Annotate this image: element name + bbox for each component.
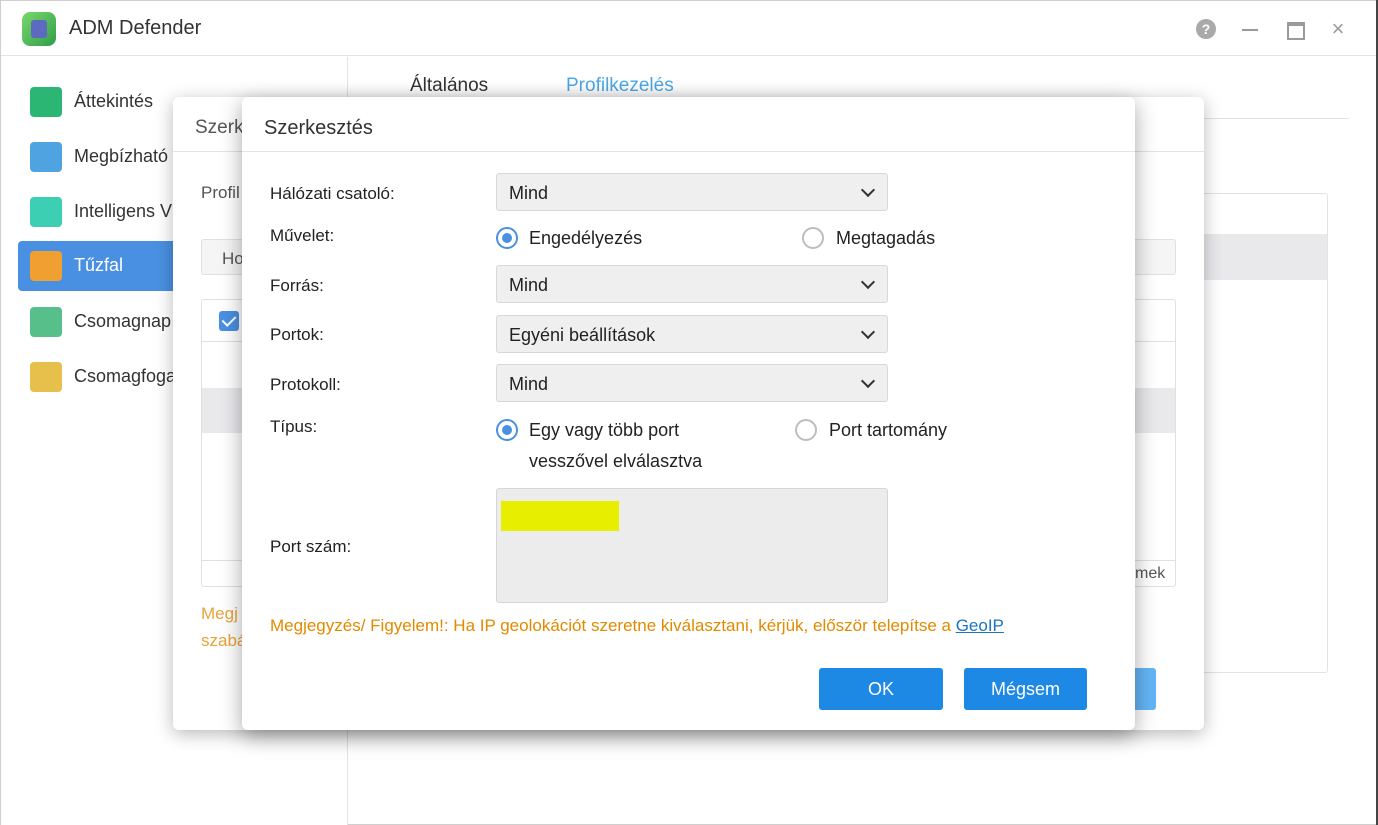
type-port-range-radio[interactable]	[795, 419, 817, 441]
type-multi-port-line: vesszővel elválasztva	[529, 451, 703, 471]
chevron-down-icon	[860, 324, 876, 340]
port-number-label: Port szám:	[270, 537, 352, 556]
dialog-title: Szerkesztés	[264, 117, 373, 139]
ports-select[interactable]: Egyéni beállítások	[496, 315, 888, 353]
ports-label: Portok:	[270, 325, 324, 344]
background-dialog-title: Szerk	[195, 117, 244, 138]
interface-label: Hálózati csatoló:	[270, 184, 395, 203]
geoip-note-text: Megjegyzés/ Figyelem!: Ha IP geolokációt…	[270, 616, 956, 635]
ports-value: Egyéni beállítások	[509, 325, 656, 345]
overview-icon	[30, 87, 62, 117]
chevron-down-icon	[860, 274, 876, 290]
action-deny-radio[interactable]	[802, 227, 824, 249]
package-log-icon	[30, 307, 62, 337]
background-note-line: szabá	[201, 631, 247, 650]
divider	[242, 151, 1135, 152]
sidebar-item-label: Intelligens V	[74, 201, 173, 221]
interface-value: Mind	[509, 183, 549, 203]
app-title: ADM Defender	[69, 17, 202, 39]
chevron-down-icon	[860, 182, 876, 198]
geoip-note: Megjegyzés/ Figyelem!: Ha IP geolokációt…	[270, 616, 1004, 636]
type-label: Típus:	[270, 417, 318, 436]
profile-label: Profil	[201, 183, 240, 202]
profile-name-value: Ho	[222, 249, 244, 268]
tab-general[interactable]: Általános	[410, 75, 488, 97]
adm-defender-app-icon	[22, 12, 56, 46]
cancel-button[interactable]: Mégsem	[964, 668, 1087, 710]
redacted-port-value	[501, 501, 619, 531]
close-icon[interactable]: ×	[1327, 18, 1349, 40]
shield-bulb-icon	[30, 197, 62, 227]
action-allow-radio[interactable]	[496, 227, 518, 249]
protocol-select[interactable]: Mind	[496, 364, 888, 402]
type-multi-port-label[interactable]: Egy vagy több port vesszővel elválasztva	[529, 415, 702, 477]
help-icon[interactable]: ?	[1196, 19, 1216, 39]
ok-button[interactable]: OK	[819, 668, 943, 710]
source-select[interactable]: Mind	[496, 265, 888, 303]
trust-list-icon	[30, 142, 62, 172]
source-label: Forrás:	[270, 276, 324, 295]
select-all-checkbox[interactable]	[219, 311, 239, 331]
protocol-value: Mind	[509, 374, 549, 394]
packet-capture-icon	[30, 362, 62, 392]
action-allow-label[interactable]: Engedélyezés	[529, 223, 642, 254]
tab-profile-management[interactable]: Profilkezelés	[566, 75, 674, 97]
interface-select[interactable]: Mind	[496, 173, 888, 211]
edit-dialog: Szerkesztés Hálózati csatoló: Mind Művel…	[242, 97, 1135, 730]
background-note-line: Megj	[201, 604, 238, 623]
chevron-down-icon	[860, 373, 876, 389]
port-number-textarea[interactable]	[496, 488, 888, 603]
background-note: Megj szabá	[201, 600, 246, 654]
title-bar: ADM Defender ? ×	[1, 1, 1377, 56]
protocol-label: Protokoll:	[270, 375, 341, 394]
sidebar-item-label: Áttekintés	[74, 91, 154, 111]
minimize-icon[interactable]	[1239, 18, 1261, 40]
firewall-icon	[30, 251, 62, 281]
geoip-link[interactable]: GeoIP	[956, 616, 1004, 635]
sidebar-item-label: Megbízható	[74, 146, 169, 166]
source-value: Mind	[509, 275, 549, 295]
type-multi-port-line: Egy vagy több port	[529, 420, 680, 440]
type-port-range-label[interactable]: Port tartomány	[829, 415, 947, 446]
sidebar-item-label: Tűzfal	[74, 255, 124, 275]
type-multi-port-radio[interactable]	[496, 419, 518, 441]
sidebar-item-label: Csomagfoga	[74, 366, 177, 386]
action-deny-label[interactable]: Megtagadás	[836, 223, 935, 254]
action-label: Művelet:	[270, 226, 335, 245]
items-count-label: mek	[1135, 565, 1166, 582]
maximize-icon[interactable]	[1283, 18, 1305, 40]
sidebar-item-label: Csomagnap	[74, 311, 172, 331]
